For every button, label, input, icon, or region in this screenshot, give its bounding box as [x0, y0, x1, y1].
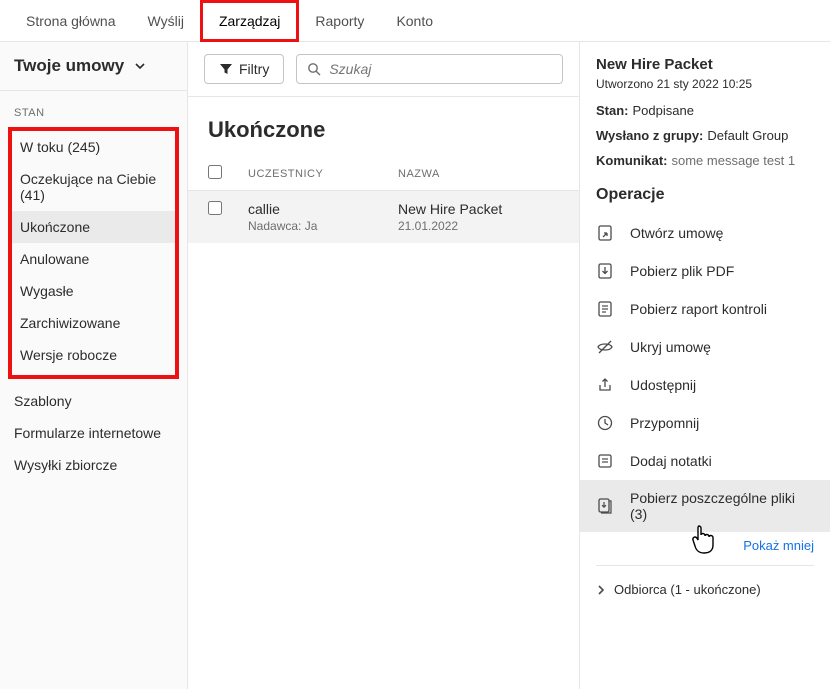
op-hide-agreement[interactable]: Ukryj umowę [580, 328, 830, 366]
share-icon [596, 376, 614, 394]
table-row[interactable]: callie Nadawca: Ja New Hire Packet 21.01… [188, 191, 579, 243]
recipient-label: Odbiorca (1 - ukończone) [614, 582, 761, 597]
filter-icon [219, 62, 233, 76]
nav-account[interactable]: Konto [380, 3, 449, 39]
nav-home[interactable]: Strona główna [10, 3, 132, 39]
op-label: Dodaj notatki [630, 453, 712, 469]
message-value: some message test 1 [672, 153, 796, 168]
sidebar-title: Twoje umowy [14, 56, 124, 76]
col-header-participants: UCZESTNICY [248, 168, 398, 180]
stan-label: Stan: [596, 103, 629, 118]
sidebar-templates[interactable]: Szablony [0, 385, 187, 417]
sidebar: Twoje umowy STAN W toku (245) Oczekujące… [0, 42, 188, 689]
status-expired[interactable]: Wygasłe [12, 275, 175, 307]
agreements-dropdown[interactable]: Twoje umowy [0, 42, 187, 91]
row-checkbox[interactable] [208, 201, 222, 215]
message-row: Komunikat: some message test 1 [596, 153, 814, 168]
remind-icon [596, 414, 614, 432]
row-date: 21.01.2022 [398, 219, 559, 233]
sidebar-bulk-send[interactable]: Wysyłki zbiorcze [0, 449, 187, 481]
nav-manage[interactable]: Zarządzaj [200, 0, 299, 42]
op-label: Pobierz poszczególne pliki (3) [630, 490, 814, 522]
op-download-files[interactable]: Pobierz poszczególne pliki (3) [580, 480, 830, 532]
search-wrap [296, 54, 563, 84]
status-list-highlight: W toku (245) Oczekujące na Ciebie (41) U… [8, 127, 179, 379]
op-label: Pobierz raport kontroli [630, 301, 767, 317]
group-row: Wysłano z grupy: Default Group [596, 128, 814, 143]
group-label: Wysłano z grupy: [596, 128, 703, 143]
op-label: Przypomnij [630, 415, 699, 431]
group-value: Default Group [707, 128, 788, 143]
status-completed[interactable]: Ukończone [12, 211, 175, 243]
operations-title: Operacje [596, 186, 814, 204]
show-less-link[interactable]: Pokaż mniej [596, 532, 814, 555]
recipient-row[interactable]: Odbiorca (1 - ukończone) [596, 565, 814, 613]
top-nav: Strona główna Wyślij Zarządzaj Raporty K… [0, 0, 830, 42]
chevron-right-icon [596, 585, 606, 595]
row-name: New Hire Packet [398, 201, 559, 217]
op-add-notes[interactable]: Dodaj notatki [580, 442, 830, 480]
op-download-audit[interactable]: Pobierz raport kontroli [580, 290, 830, 328]
agreement-title: New Hire Packet [596, 56, 814, 73]
center-title: Ukończone [188, 97, 579, 157]
op-open-agreement[interactable]: Otwórz umowę [580, 214, 830, 252]
op-label: Otwórz umowę [630, 225, 723, 241]
op-label: Udostępnij [630, 377, 696, 393]
status-cancelled[interactable]: Anulowane [12, 243, 175, 275]
table-header: UCZESTNICY NAZWA [188, 157, 579, 191]
select-all-checkbox[interactable] [208, 165, 222, 179]
created-label: Utworzono 21 sty 2022 10:25 [596, 77, 814, 91]
status-in-progress[interactable]: W toku (245) [12, 131, 175, 163]
op-download-pdf[interactable]: Pobierz plik PDF [580, 252, 830, 290]
op-label: Pobierz plik PDF [630, 263, 734, 279]
op-label: Ukryj umowę [630, 339, 711, 355]
stan-row: Stan: Podpisane [596, 103, 814, 118]
download-pdf-icon [596, 262, 614, 280]
stan-value: Podpisane [633, 103, 694, 118]
search-input[interactable] [329, 61, 552, 77]
audit-report-icon [596, 300, 614, 318]
notes-icon [596, 452, 614, 470]
center-content: Filtry Ukończone UCZESTNICY NAZWA callie… [188, 42, 580, 689]
row-sender: Nadawca: Ja [248, 219, 398, 233]
open-icon [596, 224, 614, 242]
search-icon [307, 62, 321, 76]
chevron-down-icon [134, 60, 146, 72]
right-panel: New Hire Packet Utworzono 21 sty 2022 10… [580, 42, 830, 689]
nav-send[interactable]: Wyślij [132, 3, 200, 39]
col-header-name: NAZWA [398, 168, 559, 180]
hide-icon [596, 338, 614, 356]
stan-section-label: STAN [0, 91, 187, 127]
status-drafts[interactable]: Wersje robocze [12, 339, 175, 371]
message-label: Komunikat: [596, 153, 668, 168]
nav-reports[interactable]: Raporty [299, 3, 380, 39]
sidebar-webforms[interactable]: Formularze internetowe [0, 417, 187, 449]
download-files-icon [596, 497, 614, 515]
status-archived[interactable]: Zarchiwizowane [12, 307, 175, 339]
op-remind[interactable]: Przypomnij [580, 404, 830, 442]
center-toolbar: Filtry [188, 42, 579, 97]
filter-button[interactable]: Filtry [204, 54, 284, 84]
filter-label: Filtry [239, 61, 269, 77]
status-waiting-for-you[interactable]: Oczekujące na Ciebie (41) [12, 163, 175, 211]
row-participant: callie [248, 201, 398, 217]
op-share[interactable]: Udostępnij [580, 366, 830, 404]
